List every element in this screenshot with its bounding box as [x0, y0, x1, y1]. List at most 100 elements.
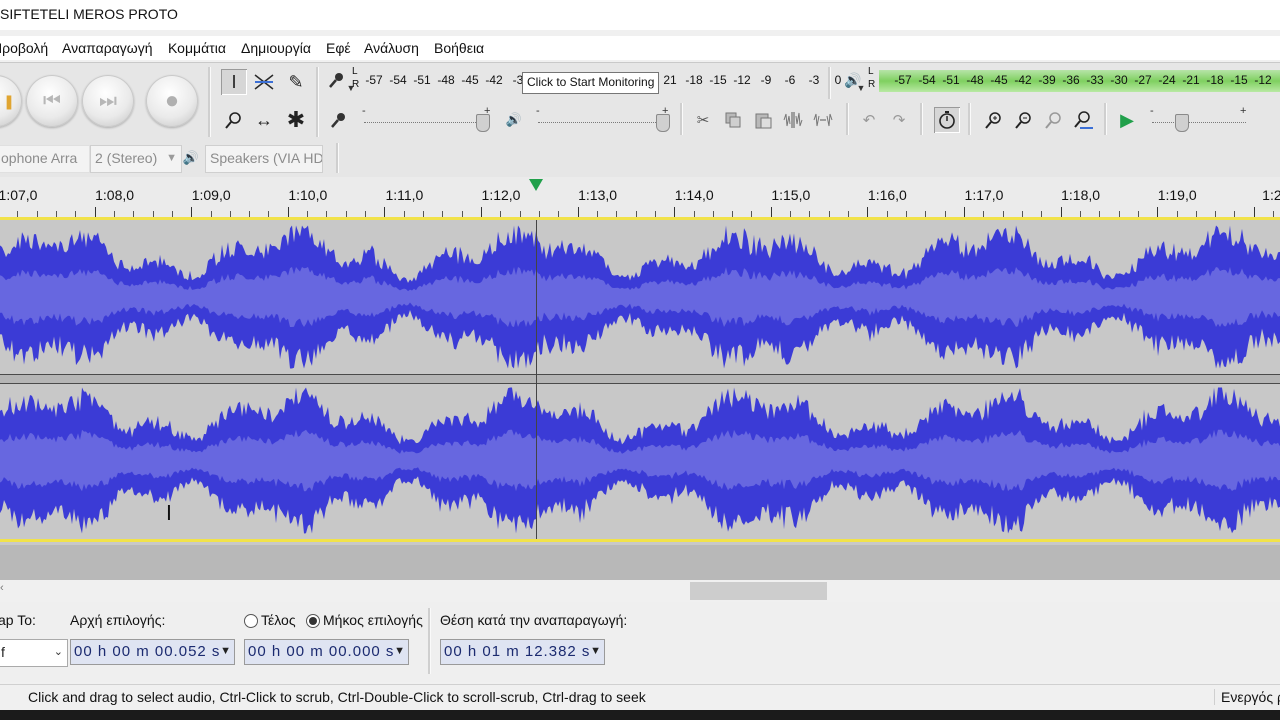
redo-icon: ↷: [892, 112, 906, 129]
playback-volume-track[interactable]: [538, 122, 668, 124]
output-device-select[interactable]: Speakers (VIA HD: [205, 145, 323, 173]
meter-tick-label: -48: [437, 73, 455, 87]
meter-tick-label: -18: [685, 73, 703, 87]
menu-bar: Προβολή Αναπαραγωγή Κομμάτια Δημιουργία …: [0, 36, 1280, 60]
length-radio[interactable]: [306, 614, 320, 628]
timeline-major-tick: [964, 207, 965, 217]
meter-tick-label: -57: [365, 73, 383, 87]
selection-tool-icon: I: [231, 72, 237, 92]
meter-tick-label: -9: [760, 73, 772, 87]
menu-transport[interactable]: Αναπαραγωγή: [62, 40, 153, 56]
timeline-ruler[interactable]: 1:07,0 1:08,0 1:09,0 1:10,0 1:11,0 1:12,0 1:13…: [0, 177, 1280, 219]
envelope-tool[interactable]: [251, 69, 277, 95]
zoom-tool-icon: [225, 112, 241, 129]
paste-button[interactable]: [752, 109, 774, 131]
meter-tick-label: -3: [808, 73, 820, 87]
menu-analyze[interactable]: Ανάλυση: [364, 40, 419, 56]
timeline-tick-label: 1:13,0: [578, 187, 618, 203]
play-position-marker[interactable]: [529, 179, 543, 191]
meter-tick-label: -39: [1038, 73, 1056, 87]
timeline-tick-label: 1:10,0: [288, 187, 328, 203]
record-meter-button[interactable]: [326, 69, 348, 91]
pause-button[interactable]: ❚: [0, 75, 22, 127]
sync-lock-icon: [939, 111, 955, 129]
timeline-tick-label: 1:16,0: [867, 187, 907, 203]
time-shift-tool[interactable]: ↔: [251, 107, 277, 133]
toolbar-separator: [208, 67, 211, 137]
horizontal-scrollbar[interactable]: ‹: [0, 580, 1280, 602]
timeline-major-tick: [770, 207, 772, 217]
meter-tick-label: -12: [1254, 73, 1272, 87]
menu-generate[interactable]: Δημιουργία: [241, 40, 311, 56]
envelope-tool-icon: [254, 74, 274, 90]
selection-start-time[interactable]: 00 h 00 m 00.052 s ▼: [70, 639, 235, 665]
play-at-speed-button[interactable]: ▶: [1116, 109, 1138, 131]
fit-project-button[interactable]: [1072, 109, 1094, 131]
menu-help[interactable]: Βοήθεια: [434, 40, 484, 56]
chevron-down-icon: ⌄: [53, 646, 63, 658]
skip-to-end-button[interactable]: ⏭: [82, 75, 134, 127]
meter-tick-label: -18: [1206, 73, 1224, 87]
end-radio[interactable]: [244, 614, 258, 628]
selection-length-value: 00 h 00 m 00.000 s: [248, 643, 395, 660]
record-icon: ●: [164, 87, 180, 114]
menu-effect[interactable]: Εφέ: [326, 40, 351, 56]
meter-tick-label: -6: [784, 73, 796, 87]
chevron-down-icon[interactable]: ▼: [856, 77, 866, 99]
meter-tick-label: -12: [733, 73, 751, 87]
silence-button[interactable]: [812, 109, 834, 131]
toolbar-separator: [920, 103, 923, 135]
menu-tracks[interactable]: Κομμάτια: [168, 40, 226, 56]
timeline-tick-label: 1:19,0: [1157, 187, 1197, 203]
track-area[interactable]: I: [0, 217, 1280, 545]
recording-volume-thumb[interactable]: [476, 114, 490, 132]
recording-volume-track[interactable]: [364, 122, 490, 124]
toolbar-separator: [1104, 103, 1107, 135]
record-button[interactable]: ●: [146, 75, 198, 127]
fit-selection-button[interactable]: [1042, 109, 1064, 131]
input-device-select[interactable]: ophone Arra: [0, 145, 90, 173]
sync-lock-button[interactable]: [934, 107, 960, 133]
zoom-tool[interactable]: [221, 107, 247, 133]
meter-tick-label: 21: [663, 73, 677, 87]
snap-to-select[interactable]: f ⌄: [0, 639, 68, 667]
playback-position-time[interactable]: 00 h 01 m 12.382 s ▼: [440, 639, 605, 665]
selection-tool[interactable]: I: [221, 69, 247, 95]
meter-tick-label: -9: [1275, 73, 1280, 87]
skip-to-start-button[interactable]: ⏮: [26, 75, 78, 127]
playback-meter[interactable]: -57 -54 -51 -48 -45 -42 -39 -36 -33 -30 -27 -24 -21-…: [879, 70, 1280, 92]
redo-button[interactable]: ↷: [888, 109, 910, 131]
speaker-icon: 🔊: [505, 112, 523, 127]
trim-button[interactable]: [782, 109, 804, 131]
zoom-out-button[interactable]: [1012, 109, 1034, 131]
timeline-tick-label: 1:09,0: [191, 187, 231, 203]
timeline-tick-label: 1:08,0: [95, 187, 135, 203]
selection-length-time[interactable]: 00 h 00 m 00.000 s ▼: [244, 639, 409, 665]
scroll-left-icon[interactable]: ‹: [0, 582, 4, 594]
output-device-value: Speakers (VIA HD: [210, 150, 323, 166]
playback-volume-thumb[interactable]: [656, 114, 670, 132]
copy-button[interactable]: [722, 109, 744, 131]
multi-tool[interactable]: ✱: [283, 107, 309, 133]
horizontal-scrollbar-thumb[interactable]: [690, 582, 827, 600]
cut-button[interactable]: ✂: [692, 109, 714, 131]
draw-tool[interactable]: ✎: [283, 69, 309, 95]
waveform-left-channel[interactable]: [0, 220, 1280, 374]
meter-tick-label: -51: [942, 73, 960, 87]
status-message: Click and drag to select audio, Ctrl-Cli…: [28, 689, 646, 705]
meter-left-label: L: [868, 66, 874, 77]
zoom-in-button[interactable]: [982, 109, 1004, 131]
input-channels-select[interactable]: 2 (Stereo) ▼: [90, 145, 182, 173]
empty-track-area[interactable]: [0, 545, 1280, 580]
menu-view[interactable]: Προβολή: [0, 40, 48, 56]
timeline-tick-label: 1:07,0: [0, 187, 38, 203]
timeline-major-tick: [287, 207, 289, 217]
monitoring-tooltip: Click to Start Monitoring: [522, 72, 660, 94]
taskbar-edge: [0, 710, 1280, 720]
play-speed-thumb[interactable]: [1175, 114, 1189, 132]
play-speed-track[interactable]: [1152, 122, 1246, 124]
waveform-right-channel[interactable]: [0, 382, 1280, 539]
undo-button[interactable]: ↶: [858, 109, 880, 131]
pause-icon: ❚: [3, 93, 15, 109]
playback-meter-ticks: -57 -54 -51 -48 -45 -42 -39 -36 -33 -30 -27 -24 -21-…: [891, 73, 1280, 87]
